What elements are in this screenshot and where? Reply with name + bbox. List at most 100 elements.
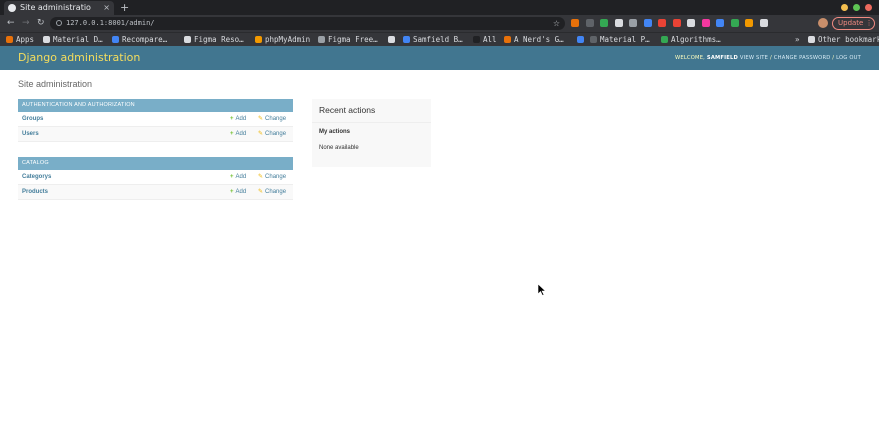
view-site-link[interactable]: VIEW SITE [740,55,768,61]
bookmark-label: Other bookmarks [818,35,879,44]
maximize-window-icon[interactable] [853,4,860,11]
add-link[interactable]: + Add [230,112,246,127]
django-favicon-icon [8,4,16,12]
tab-title: Site administratio [20,3,91,12]
divider [312,122,431,123]
bookmark-item[interactable] [577,33,587,47]
model-link[interactable]: Products [22,185,48,200]
add-label: Add [235,116,247,122]
change-label: Change [265,131,287,137]
bookmark-item[interactable] [388,33,398,47]
extension-icon[interactable] [759,19,768,27]
app-module-catalog: CATALOG Categorys + Add ✎ Change Products … [18,157,293,200]
change-link[interactable]: ✎ Change [258,170,286,185]
bookmark-favicon-icon [184,36,191,43]
model-row-products: Products + Add ✎ Change [18,185,293,200]
bookmark-item[interactable]: Recompare… [112,33,167,47]
log-out-link[interactable]: LOG OUT [836,55,861,61]
add-link[interactable]: + Add [230,127,246,142]
update-button[interactable]: Update ⋮ [832,17,875,30]
minimize-window-icon[interactable] [841,4,848,11]
change-link[interactable]: ✎ Change [258,112,286,127]
bookmark-item[interactable]: Algorithms… [661,33,721,47]
plus-icon: + [230,174,234,180]
bookmark-item[interactable]: Figma Free… [318,33,378,47]
model-link[interactable]: Users [22,127,39,142]
pencil-icon: ✎ [258,116,264,122]
extension-icon[interactable] [629,19,637,27]
model-link[interactable]: Categorys [22,170,51,185]
close-tab-icon[interactable]: × [103,1,110,15]
extension-icon[interactable] [745,19,753,27]
bookmark-favicon-icon [43,36,50,43]
extension-icon[interactable] [585,19,594,27]
plus-icon: + [230,189,234,195]
module-caption[interactable]: AUTHENTICATION AND AUTHORIZATION [18,99,293,112]
extension-icon[interactable] [701,19,710,27]
extension-icon[interactable] [643,19,652,27]
pencil-icon: ✎ [258,189,264,195]
bookmark-item[interactable]: Other bookmarks [808,33,879,47]
bookmark-label: Samfield B… [413,35,463,44]
recent-actions-title: Recent actions [319,105,376,115]
reload-icon[interactable]: ↻ [37,15,45,32]
bookmark-item[interactable]: Samfield B… [403,33,463,47]
bookmark-favicon-icon [661,36,668,43]
bookmark-label: » [795,35,800,44]
bookmark-item[interactable]: phpMyAdmin [255,33,310,47]
forward-icon[interactable]: → [22,15,30,32]
extension-icon[interactable] [687,19,695,27]
bookmark-label: Figma Reso… [194,35,244,44]
welcome-text: WELCOME, [675,55,706,61]
bookmark-label: phpMyAdmin [265,35,311,44]
extension-icon[interactable] [658,19,666,27]
url-text[interactable]: 127.0.0.1:8001/admin/ [66,17,155,30]
bookmark-item[interactable]: All [473,33,497,47]
extension-icon[interactable] [600,19,608,27]
model-link[interactable]: Groups [22,112,43,127]
bookmark-item[interactable]: Material D… [43,33,103,47]
bookmark-item[interactable]: Apps [6,33,34,47]
bookmark-favicon-icon [504,36,511,43]
username: SAMFIELD [706,55,739,61]
bookmark-favicon-icon [6,36,13,43]
more-bookmarks-icon[interactable]: » [795,33,800,47]
bookmark-label: Material P… [600,35,650,44]
extension-icon[interactable] [614,19,623,27]
module-caption[interactable]: CATALOG [18,157,293,170]
change-password-link[interactable]: CHANGE PASSWORD [774,55,831,61]
change-label: Change [265,189,287,195]
browser-tab[interactable]: Site administratio × [4,1,114,15]
change-label: Change [265,174,287,180]
bookmark-item[interactable]: A Nerd's G… [504,33,564,47]
bookmark-favicon-icon [255,36,262,43]
pencil-icon: ✎ [258,131,264,137]
extension-icon[interactable] [716,19,724,27]
bookmark-item[interactable]: Material P… [590,33,650,47]
back-icon[interactable]: ← [7,15,15,32]
close-window-icon[interactable] [865,4,872,11]
site-info-icon[interactable] [56,20,62,26]
extension-icon[interactable] [672,19,681,27]
bookmark-item[interactable]: Figma Reso… [184,33,244,47]
change-label: Change [265,116,287,122]
bookmark-label: Recompare… [122,35,168,44]
profile-avatar[interactable] [818,18,828,28]
change-link[interactable]: ✎ Change [258,185,286,200]
bookmark-star-icon[interactable]: ☆ [553,17,560,30]
address-bar[interactable]: 127.0.0.1:8001/admin/ ☆ [50,17,565,30]
bookmark-label: Algorithms… [671,35,721,44]
bookmark-favicon-icon [577,36,584,43]
bookmark-favicon-icon [590,36,597,43]
new-tab-button[interactable]: + [120,0,129,15]
site-brand[interactable]: Django administration [18,46,140,70]
app-module-auth: AUTHENTICATION AND AUTHORIZATION Groups … [18,99,293,142]
extension-icon[interactable] [571,19,579,27]
django-header: Django administration WELCOME, SAMFIELD … [0,46,879,70]
bookmark-favicon-icon [403,36,410,43]
model-row-categorys: Categorys + Add ✎ Change [18,170,293,185]
change-link[interactable]: ✎ Change [258,127,286,142]
extension-icon[interactable] [730,19,739,27]
add-link[interactable]: + Add [230,185,246,200]
add-link[interactable]: + Add [230,170,246,185]
